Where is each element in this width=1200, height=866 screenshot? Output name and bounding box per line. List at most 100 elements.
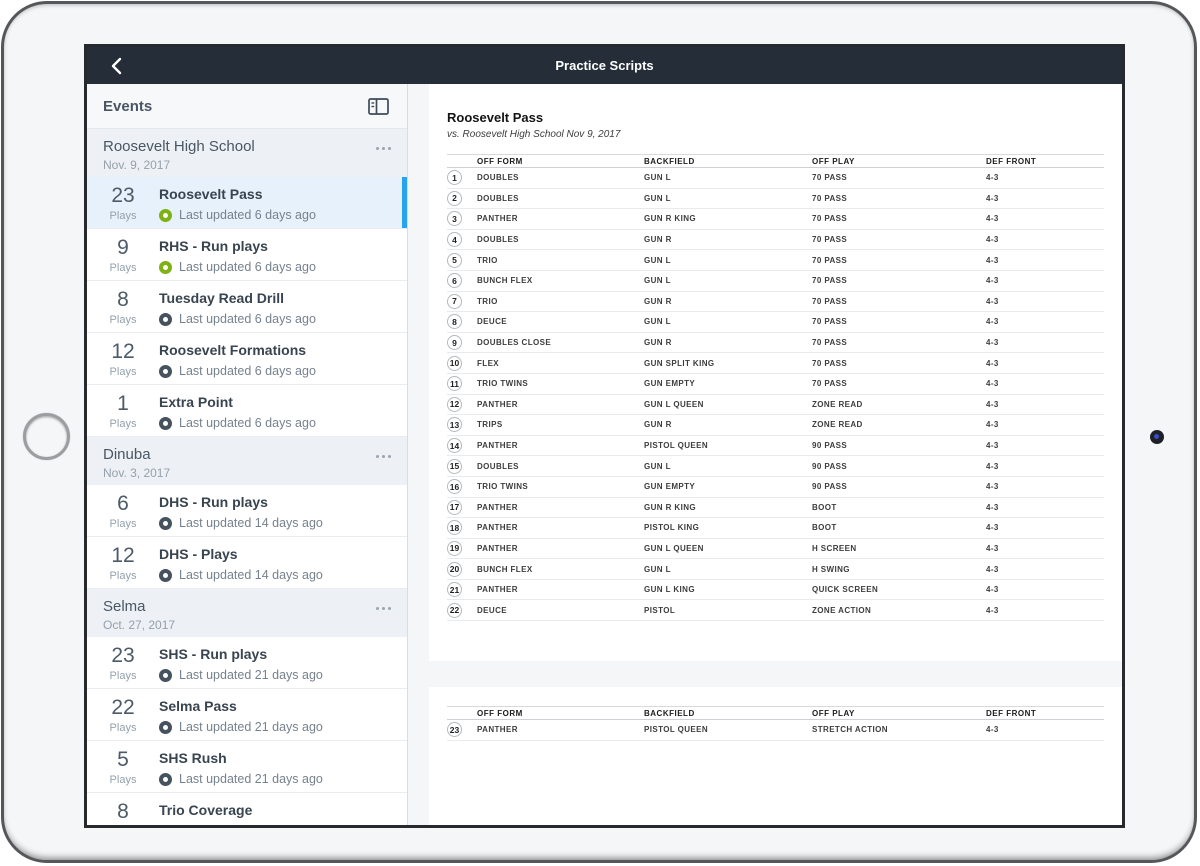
play-cell: ZONE READ bbox=[812, 420, 863, 430]
more-options-button[interactable] bbox=[374, 603, 393, 614]
home-button[interactable] bbox=[23, 413, 70, 460]
plays-label: Plays bbox=[109, 774, 137, 786]
play-row[interactable]: 13 TRIPS GUN R ZONE READ 4-3 bbox=[447, 415, 1104, 436]
play-cell: BUNCH FLEX bbox=[477, 276, 533, 286]
event-script-item[interactable]: 22 Plays Selma Pass Last updated 21 days… bbox=[87, 689, 407, 741]
play-count: 12 bbox=[111, 544, 135, 567]
play-number: 2 bbox=[447, 190, 462, 206]
play-row[interactable]: 11 TRIO TWINS GUN EMPTY 70 PASS 4-3 bbox=[447, 374, 1104, 395]
play-cell: DOUBLES bbox=[477, 235, 519, 245]
play-row[interactable]: 17 PANTHER GUN R KING BOOT 4-3 bbox=[447, 498, 1104, 519]
play-row[interactable]: 19 PANTHER GUN L QUEEN H SCREEN 4-3 bbox=[447, 539, 1104, 560]
play-cell: GUN L bbox=[644, 461, 671, 471]
status-text: Last updated 6 days ago bbox=[179, 364, 316, 378]
play-cell: PANTHER bbox=[477, 399, 518, 409]
event-script-item[interactable]: 12 Plays DHS - Plays Last updated 14 day… bbox=[87, 537, 407, 589]
navbar: Practice Scripts bbox=[87, 47, 1122, 84]
play-cell: 4-3 bbox=[986, 482, 999, 492]
play-row[interactable]: 9 DOUBLES CLOSE GUN R 70 PASS 4-3 bbox=[447, 333, 1104, 354]
play-cell: 90 PASS bbox=[812, 441, 848, 451]
play-row[interactable]: 22 DEUCE PISTOL ZONE ACTION 4-3 bbox=[447, 600, 1104, 622]
plays-label: Plays bbox=[109, 314, 137, 326]
play-cell: 70 PASS bbox=[812, 317, 848, 327]
status-dot-icon bbox=[159, 260, 172, 274]
event-script-item[interactable]: 8 Plays Trio Coverage bbox=[87, 793, 407, 825]
play-row[interactable]: 1 DOUBLES GUN L 70 PASS 4-3 bbox=[447, 168, 1104, 189]
play-row[interactable]: 18 PANTHER PISTOL KING BOOT 4-3 bbox=[447, 518, 1104, 539]
event-script-item[interactable]: 23 Plays Roosevelt Pass Last updated 6 d… bbox=[87, 177, 407, 229]
play-cell: GUN R bbox=[644, 338, 672, 348]
event-script-item[interactable]: 5 Plays SHS Rush Last updated 21 days ag… bbox=[87, 741, 407, 793]
event-group-header: Dinuba Nov. 3, 2017 bbox=[87, 437, 407, 485]
section-title: Roosevelt High School bbox=[103, 138, 255, 155]
app-screen: Practice Scripts Events Roosevelt High S… bbox=[84, 44, 1125, 828]
play-cell: 70 PASS bbox=[812, 358, 848, 368]
play-number-cell: 23 bbox=[447, 722, 477, 738]
play-row[interactable]: 6 BUNCH FLEX GUN L 70 PASS 4-3 bbox=[447, 271, 1104, 292]
play-number-cell: 10 bbox=[447, 355, 477, 371]
play-cell: GUN EMPTY bbox=[644, 482, 696, 492]
play-cell: DOUBLES bbox=[477, 173, 519, 183]
event-title: DHS - Run plays bbox=[159, 494, 268, 510]
more-options-button[interactable] bbox=[374, 451, 393, 462]
back-button[interactable] bbox=[99, 47, 133, 84]
play-row[interactable]: 15 DOUBLES GUN L 90 PASS 4-3 bbox=[447, 456, 1104, 477]
play-row[interactable]: 23 PANTHER PISTOL QUEEN STRETCH ACTION 4… bbox=[447, 720, 1104, 741]
play-row[interactable]: 21 PANTHER GUN L KING QUICK SCREEN 4-3 bbox=[447, 580, 1104, 601]
status-row: Last updated 21 days ago bbox=[159, 668, 407, 682]
status-row: Last updated 21 days ago bbox=[159, 772, 407, 786]
play-cell: PISTOL QUEEN bbox=[644, 725, 709, 735]
play-cell: QUICK SCREEN bbox=[812, 585, 879, 595]
play-count-block: 8 Plays bbox=[87, 289, 159, 332]
script-subtitle: vs. Roosevelt High School Nov 9, 2017 bbox=[447, 129, 621, 140]
play-row[interactable]: 10 FLEX GUN SPLIT KING 70 PASS 4-3 bbox=[447, 353, 1104, 374]
status-text: Last updated 6 days ago bbox=[179, 416, 316, 430]
play-cell: GUN L bbox=[644, 173, 671, 183]
play-count-block: 23 Plays bbox=[87, 185, 159, 228]
play-row[interactable]: 4 DOUBLES GUN R 70 PASS 4-3 bbox=[447, 230, 1104, 251]
play-row[interactable]: 20 BUNCH FLEX GUN L H SWING 4-3 bbox=[447, 559, 1104, 580]
event-script-item[interactable]: 1 Plays Extra Point Last updated 6 days … bbox=[87, 385, 407, 437]
event-script-item[interactable]: 9 Plays RHS - Run plays Last updated 6 d… bbox=[87, 229, 407, 281]
play-cell: GUN L bbox=[644, 255, 671, 265]
status-text: Last updated 21 days ago bbox=[179, 668, 323, 682]
play-count: 1 bbox=[117, 392, 129, 415]
play-row[interactable]: 14 PANTHER PISTOL QUEEN 90 PASS 4-3 bbox=[447, 436, 1104, 457]
event-item-main: SHS Rush Last updated 21 days ago bbox=[159, 749, 407, 792]
play-cell: TRIO TWINS bbox=[477, 482, 529, 492]
play-count: 6 bbox=[117, 492, 129, 515]
play-row[interactable]: 2 DOUBLES GUN L 70 PASS 4-3 bbox=[447, 189, 1104, 210]
play-row[interactable]: 3 PANTHER GUN R KING 70 PASS 4-3 bbox=[447, 209, 1104, 230]
table-head: OFF FORM BACKFIELD OFF PLAY DEF FRONT bbox=[447, 706, 1104, 721]
play-number: 13 bbox=[447, 417, 462, 433]
play-number: 9 bbox=[447, 335, 462, 351]
event-item-main: RHS - Run plays Last updated 6 days ago bbox=[159, 237, 407, 280]
play-cell: GUN L QUEEN bbox=[644, 399, 704, 409]
more-options-button[interactable] bbox=[374, 143, 393, 154]
event-script-item[interactable]: 6 Plays DHS - Run plays Last updated 14 … bbox=[87, 485, 407, 537]
event-script-item[interactable]: 23 Plays SHS - Run plays Last updated 21… bbox=[87, 637, 407, 689]
panel-toggle-icon bbox=[368, 97, 389, 115]
play-cell: DEUCE bbox=[477, 317, 508, 327]
event-script-item[interactable]: 8 Plays Tuesday Read Drill Last updated … bbox=[87, 281, 407, 333]
event-script-item[interactable]: 12 Plays Roosevelt Formations Last updat… bbox=[87, 333, 407, 385]
play-row[interactable]: 16 TRIO TWINS GUN EMPTY 90 PASS 4-3 bbox=[447, 477, 1104, 498]
play-cell: PISTOL KING bbox=[644, 523, 700, 533]
plays-label: Plays bbox=[109, 518, 137, 530]
play-row[interactable]: 7 TRIO GUN R 70 PASS 4-3 bbox=[447, 292, 1104, 313]
play-cell: TRIO bbox=[477, 296, 498, 306]
play-count-block: 12 Plays bbox=[87, 545, 159, 588]
status-row: Last updated 21 days ago bbox=[159, 720, 407, 734]
play-row[interactable]: 5 TRIO GUN L 70 PASS 4-3 bbox=[447, 250, 1104, 271]
status-dot-icon bbox=[159, 364, 172, 378]
play-cell: 4-3 bbox=[986, 358, 999, 368]
play-number: 23 bbox=[447, 722, 462, 738]
play-row[interactable]: 12 PANTHER GUN L QUEEN ZONE READ 4-3 bbox=[447, 395, 1104, 416]
plays-label: Plays bbox=[109, 722, 137, 734]
play-number: 15 bbox=[447, 458, 462, 474]
play-cell: GUN L bbox=[644, 317, 671, 327]
panel-toggle-button[interactable] bbox=[366, 96, 391, 117]
column-header: BACKFIELD bbox=[644, 156, 695, 166]
play-cell: PANTHER bbox=[477, 214, 518, 224]
play-row[interactable]: 8 DEUCE GUN L 70 PASS 4-3 bbox=[447, 312, 1104, 333]
